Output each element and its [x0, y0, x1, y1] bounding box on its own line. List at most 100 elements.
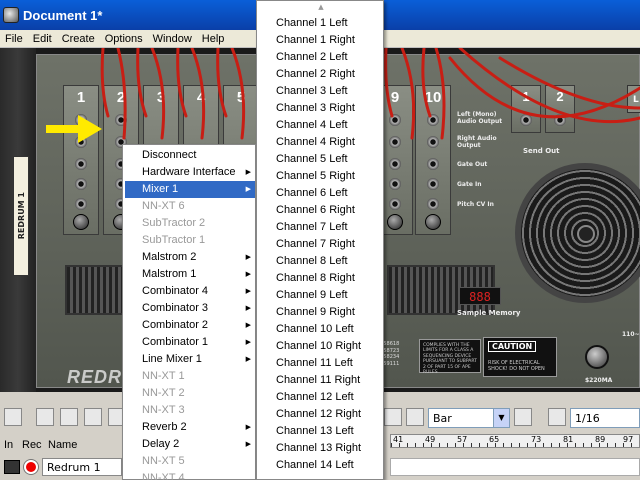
arrange-view-icon[interactable] [4, 408, 22, 426]
gate-jack[interactable] [75, 178, 87, 190]
submenu-item[interactable]: Channel 8 Right [259, 270, 383, 287]
context-menu-item-label: Combinator 1 [142, 336, 209, 348]
menu-file[interactable]: File [0, 33, 28, 45]
context-menu-item[interactable]: Combinator 1 ▶ [125, 334, 255, 351]
submenu-item[interactable]: Channel 12 Left [259, 389, 383, 406]
submenu-item[interactable]: Channel 10 Right [259, 338, 383, 355]
submenu-item[interactable]: Channel 2 Left [259, 49, 383, 66]
yellow-arrow-icon [46, 115, 102, 143]
context-menu-item[interactable]: Combinator 2 ▶ [125, 317, 255, 334]
submenu-item[interactable]: Channel 11 Right [259, 372, 383, 389]
channel-number: 1 [76, 89, 86, 106]
right-output-label: Right Audio Output [457, 135, 497, 149]
context-menu-item[interactable]: Disconnect [125, 147, 255, 164]
submenu-item[interactable]: Channel 8 Left [259, 253, 383, 270]
submenu-item[interactable]: Channel 5 Right [259, 168, 383, 185]
context-menu-item[interactable]: Combinator 4 ▶ [125, 283, 255, 300]
context-menu-item[interactable]: Mixer 1 ▶ [125, 181, 255, 198]
context-menu-item[interactable]: Reverb 2 ▶ [125, 419, 255, 436]
output-jack[interactable] [427, 114, 439, 126]
snap-toggle-icon[interactable] [514, 408, 532, 426]
context-menu-item[interactable]: Line Mixer 1 ▶ [125, 351, 255, 368]
gate-jack[interactable] [75, 158, 87, 170]
submenu-item[interactable]: Channel 2 Right [259, 66, 383, 83]
context-menu-item-label: SubTractor 1 [142, 234, 206, 246]
context-menu-item-label: NN-XT 3 [142, 404, 185, 416]
submenu-item[interactable]: Channel 9 Right [259, 304, 383, 321]
track-name-field[interactable]: Redrum 1 [42, 458, 122, 476]
submenu-item[interactable]: Channel 3 Right [259, 100, 383, 117]
output-jack[interactable] [389, 114, 401, 126]
cv-trim-knob[interactable] [387, 214, 403, 230]
eraser-tool-icon[interactable] [84, 408, 102, 426]
pencil-tool-icon[interactable] [60, 408, 78, 426]
send-out-jack[interactable] [554, 114, 566, 126]
gate-jack[interactable] [427, 178, 439, 190]
menu-help[interactable]: Help [197, 33, 230, 45]
submenu-item[interactable]: Channel 6 Left [259, 185, 383, 202]
device-tab-label: REDRUM 1 [16, 192, 26, 240]
submenu-item[interactable]: Channel 7 Left [259, 219, 383, 236]
output-jack[interactable] [389, 136, 401, 148]
submenu-item[interactable]: Channel 4 Right [259, 134, 383, 151]
context-menu-item[interactable]: Hardware Interface ▶ [125, 164, 255, 181]
app-icon[interactable] [3, 7, 19, 23]
compliance-plate: COMPLIES WITH THE LIMITS FOR A CLASS A S… [419, 339, 481, 375]
track-lane[interactable] [390, 458, 640, 476]
output-jack[interactable] [115, 114, 127, 126]
submenu-item[interactable]: Channel 11 Left [259, 355, 383, 372]
gate-jack[interactable] [427, 158, 439, 170]
menu-options[interactable]: Options [100, 33, 148, 45]
submenu-item[interactable]: Channel 1 Left [259, 15, 383, 32]
channel-number: 2 [116, 89, 126, 106]
submenu-item[interactable]: Channel 10 Left [259, 321, 383, 338]
submenu-item[interactable]: Channel 13 Right [259, 440, 383, 457]
menu-create[interactable]: Create [57, 33, 100, 45]
context-menu-item[interactable]: Combinator 3 ▶ [125, 300, 255, 317]
output-jack[interactable] [427, 136, 439, 148]
submenu-item[interactable]: Channel 7 Right [259, 236, 383, 253]
timeline-ruler[interactable]: 41 49 57 65 73 81 89 97 [390, 434, 640, 448]
cv-jack[interactable] [75, 198, 87, 210]
gate-jack[interactable] [389, 178, 401, 190]
channel-column: 10 [415, 85, 451, 235]
submenu-item[interactable]: Channel 9 Left [259, 287, 383, 304]
power-switch[interactable] [585, 345, 609, 369]
quantize-icon[interactable] [548, 408, 566, 426]
context-menu-item[interactable]: Delay 2 ▶ [125, 436, 255, 453]
cv-trim-knob[interactable] [425, 214, 441, 230]
quantize-select[interactable]: 1/16 [570, 408, 640, 428]
record-enable-button[interactable] [24, 460, 38, 474]
submenu-item[interactable]: Channel 13 Left [259, 423, 383, 440]
submenu-item[interactable]: Channel 4 Left [259, 117, 383, 134]
chevron-right-icon: ▶ [245, 169, 251, 176]
hand-tool-icon[interactable] [406, 408, 424, 426]
submenu-item[interactable]: Channel 14 Left [259, 457, 383, 474]
caution-label: CAUTION [488, 341, 537, 352]
menu-window[interactable]: Window [148, 33, 197, 45]
keyboard-icon[interactable] [4, 460, 20, 474]
submenu-item[interactable]: Channel 6 Right [259, 202, 383, 219]
send-out-number: 2 [556, 89, 564, 104]
magnify-tool-icon[interactable] [384, 408, 402, 426]
send-out-1: 1 [511, 85, 541, 133]
context-menu-item[interactable]: Malstrom 1 ▶ [125, 266, 255, 283]
submenu-item[interactable]: Channel 1 Right [259, 32, 383, 49]
cv-jack[interactable] [427, 198, 439, 210]
snap-select[interactable]: Bar ▼ [428, 408, 510, 428]
scroll-up-icon[interactable]: ▲ [257, 3, 385, 15]
chevron-right-icon: ▶ [245, 322, 251, 329]
selection-tool-icon[interactable] [36, 408, 54, 426]
submenu-item[interactable]: Channel 5 Left [259, 151, 383, 168]
cv-trim-knob[interactable] [73, 214, 89, 230]
context-menu-item[interactable]: Malstrom 2 ▶ [125, 249, 255, 266]
send-out-jack[interactable] [520, 114, 532, 126]
cv-jack[interactable] [389, 198, 401, 210]
chevron-right-icon: ▶ [245, 305, 251, 312]
chevron-down-icon[interactable]: ▼ [493, 409, 509, 427]
menu-edit[interactable]: Edit [28, 33, 57, 45]
device-name-tab[interactable]: REDRUM 1 [13, 156, 29, 276]
submenu-item[interactable]: Channel 3 Left [259, 83, 383, 100]
submenu-item[interactable]: Channel 12 Right [259, 406, 383, 423]
gate-jack[interactable] [389, 158, 401, 170]
